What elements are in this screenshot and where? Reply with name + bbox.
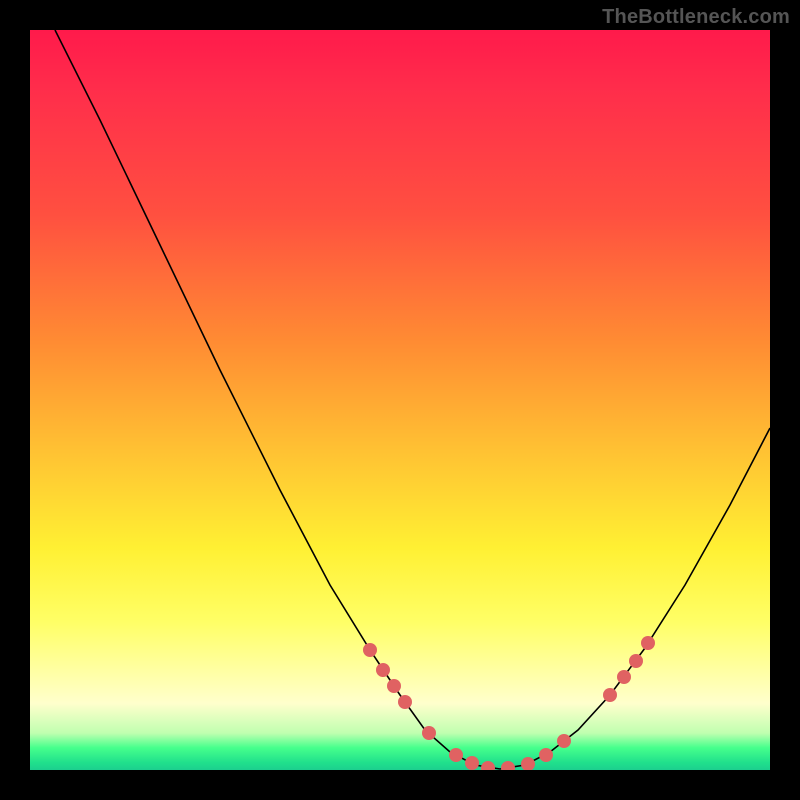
curve-marker [376,663,390,677]
curve-marker [422,726,436,740]
curve-marker [641,636,655,650]
plot-area [30,30,770,770]
chart-frame: TheBottleneck.com [0,0,800,800]
curve-marker [617,670,631,684]
curve-marker [603,688,617,702]
curve-marker [539,748,553,762]
bottleneck-curve [30,30,770,770]
curve-marker [481,761,495,770]
curve-marker [521,757,535,770]
curve-marker [629,654,643,668]
curve-path [55,30,770,769]
curve-marker [465,756,479,770]
watermark-text: TheBottleneck.com [602,6,790,29]
curve-marker [398,695,412,709]
marker-group [363,636,655,770]
curve-marker [363,643,377,657]
curve-marker [449,748,463,762]
curve-marker [387,679,401,693]
curve-marker [501,761,515,770]
curve-marker [557,734,571,748]
